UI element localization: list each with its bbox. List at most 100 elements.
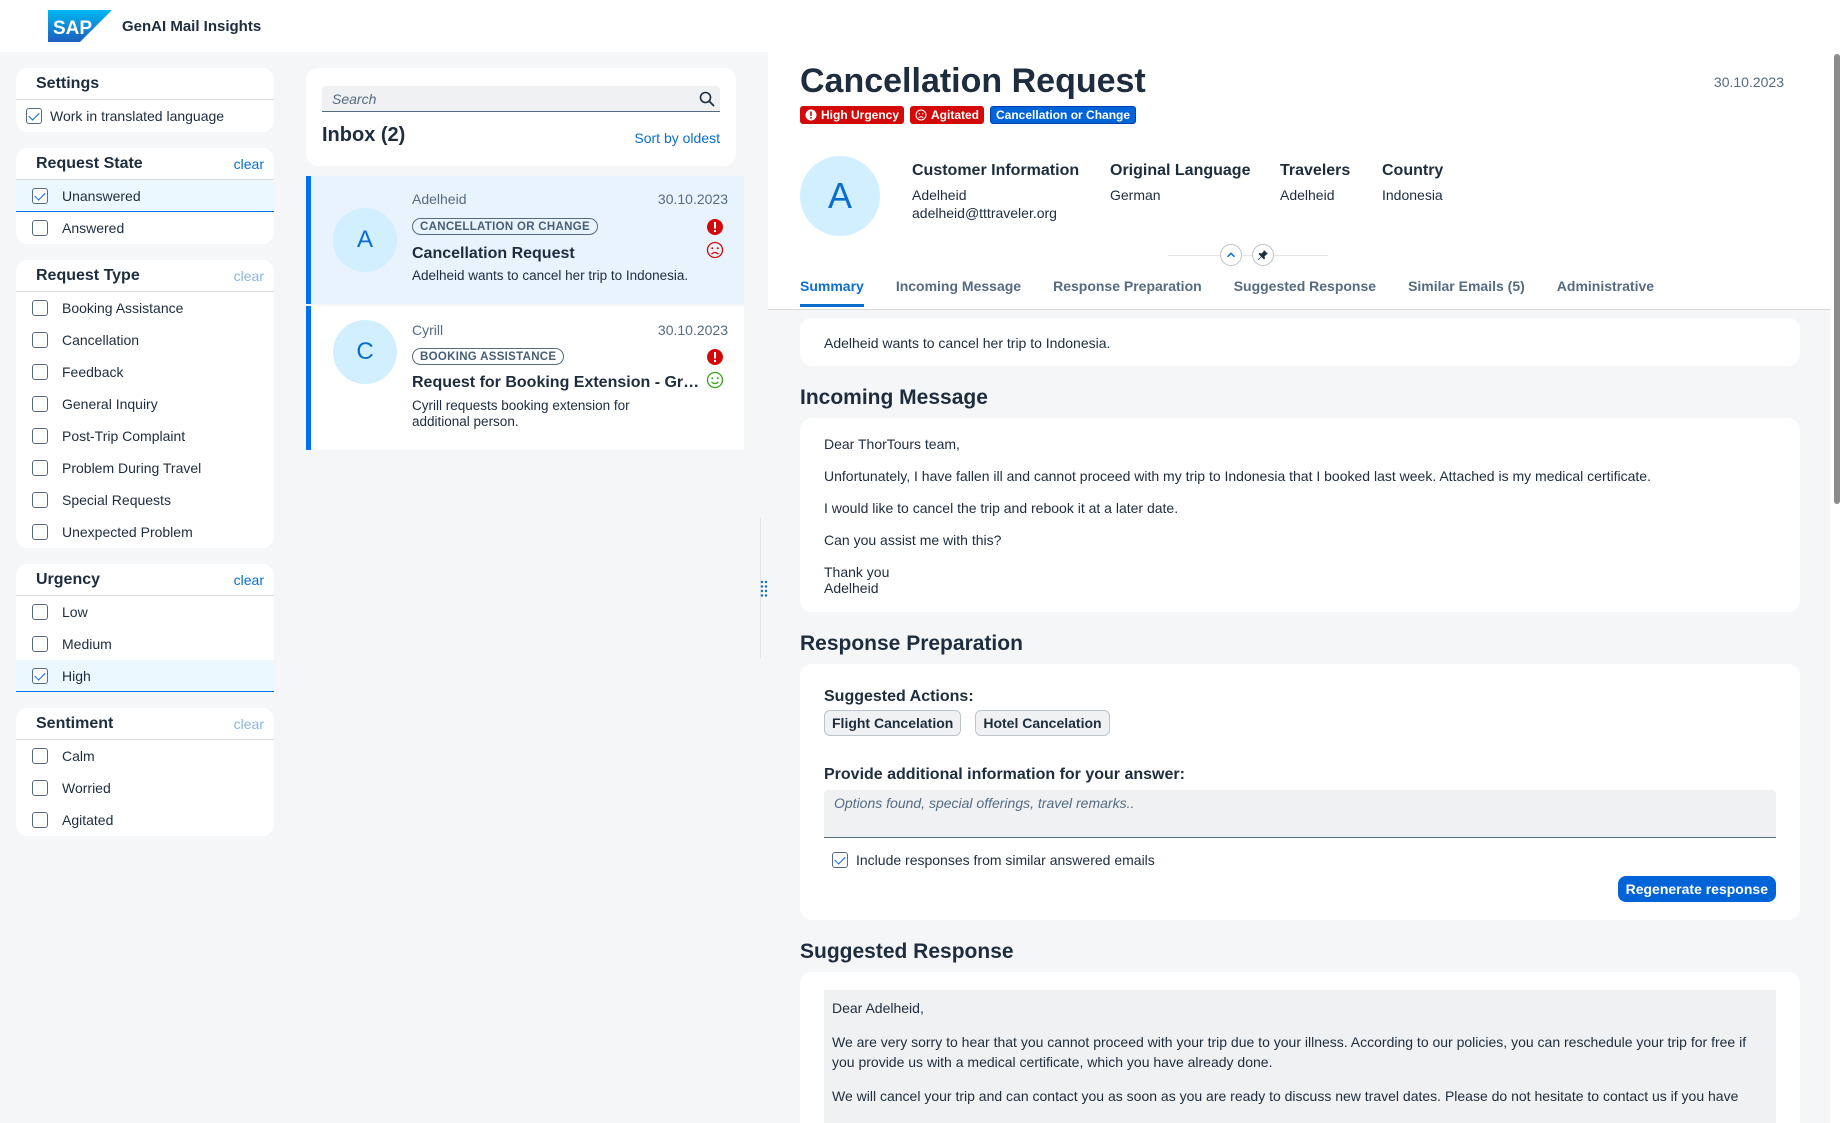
checkbox[interactable] [32,460,48,476]
search-input[interactable]: Search [322,86,720,112]
tab-incoming-message[interactable]: Incoming Message [896,278,1021,307]
filter-option-low[interactable]: Low [16,596,274,628]
sort-button[interactable]: Sort by oldest [634,130,720,146]
tab-administrative[interactable]: Administrative [1557,278,1654,307]
urgency-badge: High Urgency [800,106,905,124]
request-type-header: Request Type clear [16,260,274,292]
high-urgency-icon [706,218,724,236]
checkbox[interactable] [32,492,48,508]
checkbox[interactable] [832,852,848,868]
checkbox[interactable] [32,524,48,540]
checkbox[interactable] [32,300,48,316]
message-greeting: Dear ThorTours team, [824,436,960,452]
option-label: Special Requests [62,492,171,508]
sap-logo[interactable]: SAP [48,10,112,42]
filter-option-calm[interactable]: Calm [16,740,274,772]
filter-option-feedback[interactable]: Feedback [16,356,274,388]
country-value: Indonesia [1382,187,1443,203]
request-type-clear[interactable]: clear [234,268,264,284]
option-label: Worried [62,780,111,796]
category-tag: BOOKING ASSISTANCE [412,348,565,365]
request-type-card: Request Type clear Booking Assistance Can… [16,260,274,548]
filter-option-booking-assistance[interactable]: Booking Assistance [16,292,274,324]
checkbox[interactable] [32,187,48,204]
option-label: Calm [62,748,95,764]
app-title: GenAI Mail Insights [122,17,262,35]
country: Country Indonesia [1382,162,1443,204]
object-header: Cancellation Request 30.10.2023 High Urg… [768,52,1830,310]
mail-subject: Request for Booking Extension - Group Tr… [412,374,702,391]
translated-toggle[interactable]: Work in translated language [16,100,274,132]
sentiment-clear[interactable]: clear [234,716,264,732]
suggested-response-editor[interactable]: Dear Adelheid, We are very sorry to hear… [824,990,1776,1123]
checkbox[interactable] [32,780,48,796]
filter-option-medium[interactable]: Medium [16,628,274,660]
search-icon[interactable] [694,86,720,112]
option-label: Feedback [62,364,124,380]
filter-option-post-trip-complaint[interactable]: Post-Trip Complaint [16,420,274,452]
country-heading: Country [1382,162,1444,179]
checkbox[interactable] [32,748,48,764]
checkbox[interactable] [32,396,48,412]
filter-option-general-inquiry[interactable]: General Inquiry [16,388,274,420]
filter-option-answered[interactable]: Answered [16,212,274,244]
collapse-header-button[interactable] [1220,244,1242,266]
mail-preview: Adelheid wants to cancel her trip to Ind… [412,268,689,283]
action-chip-flight-cancelation[interactable]: Flight Cancelation [824,710,962,736]
checkbox[interactable] [32,220,48,236]
additional-info-field[interactable]: Options found, special offerings, travel… [824,790,1776,838]
option-label: Agitated [62,812,114,828]
request-state-title: Request State [36,154,143,172]
include-similar-toggle[interactable]: Include responses from similar answered … [832,852,1155,868]
filter-option-special-requests[interactable]: Special Requests [16,484,274,516]
request-state-clear[interactable]: clear [234,156,264,172]
customer-name: Adelheid [912,187,967,203]
header-controls [1168,244,1328,266]
filter-option-high[interactable]: High [16,660,274,692]
mail-subject: Cancellation Request [412,245,575,262]
filter-option-unanswered[interactable]: Unanswered [16,180,274,212]
regenerate-response-button[interactable]: Regenerate response [1617,876,1776,902]
checkbox[interactable] [32,812,48,828]
option-label: Post-Trip Complaint [62,428,186,444]
checkbox[interactable] [26,108,42,124]
checkbox[interactable] [32,332,48,348]
sentiment-card: Sentiment clear Calm Worried Agitated [16,708,274,836]
urgency-badge-label: High Urgency [821,108,900,122]
pin-header-button[interactable] [1252,244,1274,266]
filter-option-problem-during-travel[interactable]: Problem During Travel [16,452,274,484]
scrollbar-thumb[interactable] [1834,54,1840,504]
tab-summary[interactable]: Summary [800,278,864,307]
message-closing: Thank you [824,564,890,580]
checkbox[interactable] [32,364,48,380]
filter-option-worried[interactable]: Worried [16,772,274,804]
sad-face-icon [915,109,927,121]
travelers-value: Adelheid [1280,187,1335,203]
action-chip-hotel-cancelation[interactable]: Hotel Cancelation [975,710,1110,736]
scrollbar[interactable] [1830,52,1844,1123]
checkbox[interactable] [32,428,48,444]
checkbox[interactable] [32,636,48,652]
filter-option-unexpected-problem[interactable]: Unexpected Problem [16,516,274,548]
message-paragraph: Unfortunately, I have fallen ill and can… [824,468,1651,484]
request-state-card: Request State clear Unanswered Answered [16,148,274,244]
tab-response-preparation[interactable]: Response Preparation [1053,278,1202,307]
filter-option-agitated[interactable]: Agitated [16,804,274,836]
sentiment-badge: Agitated [910,106,985,124]
filter-option-cancellation[interactable]: Cancellation [16,324,274,356]
option-label: Medium [62,636,112,652]
sentiment-title: Sentiment [36,714,114,732]
tab-suggested-response[interactable]: Suggested Response [1234,278,1376,307]
option-label: Booking Assistance [62,300,184,316]
request-type-title: Request Type [36,266,140,284]
urgency-clear[interactable]: clear [234,572,264,588]
resize-handle-icon[interactable] [760,580,768,598]
tab-similar-emails[interactable]: Similar Emails (5) [1408,278,1525,307]
settings-title: Settings [36,74,100,92]
checkbox[interactable] [32,667,48,684]
response-preparation-panel: Suggested Actions: Flight Cancelation Hot… [800,664,1800,920]
list-item[interactable]: C Cyrill 30.10.2023 BOOKING ASSISTANCE R… [306,306,744,450]
customer-information: Customer Information Adelheid adelheid@t… [912,162,1079,222]
checkbox[interactable] [32,604,48,620]
list-item[interactable]: A Adelheid 30.10.2023 CANCELLATION OR CH… [306,176,744,304]
